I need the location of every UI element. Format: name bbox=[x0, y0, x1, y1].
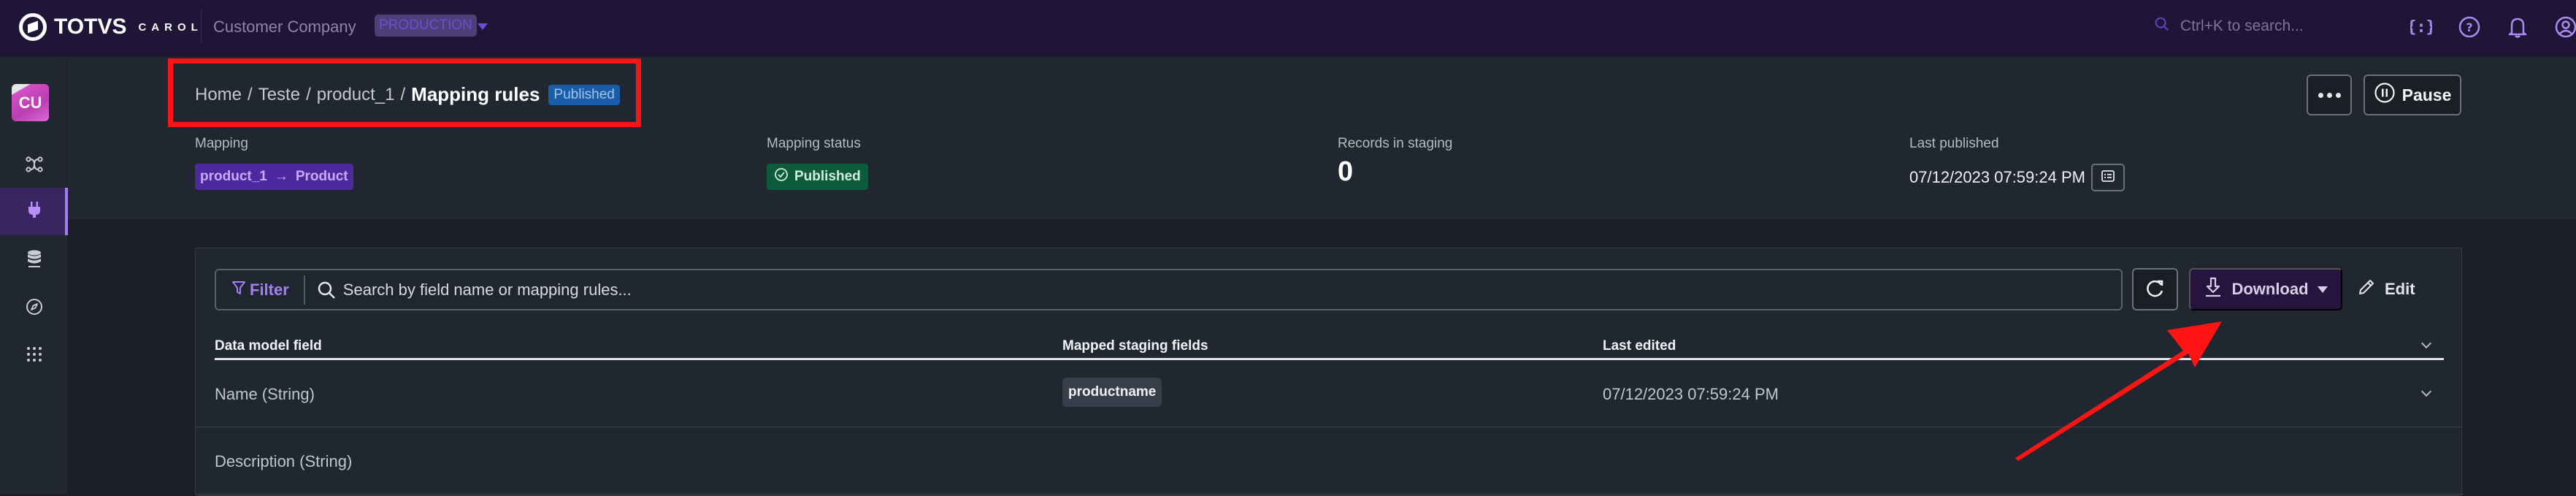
edit-button[interactable]: Edit bbox=[2357, 268, 2415, 310]
last-published-label: Last published bbox=[1909, 136, 1999, 151]
records-value: 0 bbox=[1338, 156, 1354, 187]
sidebar: CU bbox=[0, 56, 68, 494]
pause-icon bbox=[2374, 82, 2396, 108]
filter-label: Filter bbox=[250, 280, 289, 299]
company-name[interactable]: Customer Company bbox=[213, 18, 356, 37]
plug-icon bbox=[27, 201, 42, 222]
calendar-list-icon bbox=[2101, 168, 2115, 187]
table-row[interactable]: Description (String) bbox=[196, 427, 2463, 495]
refresh-icon bbox=[2145, 278, 2166, 301]
json-braces-icon[interactable]: {:} bbox=[2410, 15, 2433, 39]
download-icon bbox=[2204, 276, 2223, 302]
edit-label: Edit bbox=[2385, 280, 2415, 298]
staging-field-chip: productname bbox=[1062, 378, 1162, 407]
mapping-target: Product bbox=[295, 169, 348, 184]
divider bbox=[201, 10, 202, 42]
annotation-highlight-box bbox=[168, 58, 641, 127]
mapping-rules-table: Data model field Mapped staging fields L… bbox=[196, 332, 2463, 495]
grid-icon bbox=[26, 346, 42, 366]
column-header-field[interactable]: Data model field bbox=[215, 338, 322, 354]
mapping-status-chip: Published bbox=[767, 164, 868, 190]
refresh-button[interactable] bbox=[2132, 268, 2178, 310]
compass-icon bbox=[26, 298, 43, 319]
search-icon bbox=[2154, 16, 2170, 36]
table-header: Data model field Mapped staging fields L… bbox=[215, 332, 2444, 360]
top-icons: {:} ? bbox=[2410, 15, 2576, 39]
column-header-staging[interactable]: Mapped staging fields bbox=[1062, 338, 1208, 354]
column-header-last-edited[interactable]: Last edited bbox=[1603, 338, 1676, 354]
brand-name: TOTVS bbox=[54, 15, 127, 39]
chevron-down-icon[interactable] bbox=[2420, 386, 2432, 397]
sidebar-item-pipelines[interactable] bbox=[0, 142, 68, 190]
dot-icon bbox=[2335, 92, 2341, 98]
bell-icon[interactable] bbox=[2506, 15, 2529, 39]
cell-last-edited: 07/12/2023 07:59:24 PM bbox=[1603, 385, 1779, 403]
totvs-logo-icon bbox=[19, 13, 47, 41]
pipeline-icon bbox=[25, 156, 43, 176]
search-bar: Filter bbox=[215, 269, 2123, 310]
global-search[interactable]: Ctrl+K to search... bbox=[2154, 16, 2304, 36]
mapping-source: product_1 bbox=[200, 169, 267, 184]
table-row[interactable]: Name (String) productname 07/12/2023 07:… bbox=[196, 360, 2463, 427]
more-actions-button[interactable] bbox=[2307, 75, 2352, 115]
mapping-status-meta: Mapping status Published bbox=[767, 136, 868, 190]
filter-icon bbox=[232, 281, 245, 299]
last-published-meta: Last published 07/12/2023 07:59:24 PM bbox=[1909, 136, 2125, 191]
user-icon[interactable] bbox=[2554, 15, 2576, 39]
organization-avatar[interactable]: CU bbox=[12, 84, 49, 121]
records-label: Records in staging bbox=[1338, 136, 1453, 151]
help-icon[interactable]: ? bbox=[2458, 15, 2481, 39]
search-input[interactable] bbox=[342, 280, 1950, 299]
global-search-placeholder: Ctrl+K to search... bbox=[2180, 17, 2304, 34]
arrow-right-icon: → bbox=[274, 169, 288, 184]
svg-text:?: ? bbox=[2466, 20, 2472, 34]
check-circle-icon bbox=[774, 167, 789, 186]
sidebar-item-connectors[interactable] bbox=[0, 188, 68, 235]
sidebar-item-explore[interactable] bbox=[0, 285, 68, 332]
last-published-value: 07/12/2023 07:59:24 PM bbox=[1909, 168, 2085, 186]
cell-field: Name (String) bbox=[215, 385, 315, 403]
records-meta: Records in staging 0 bbox=[1338, 136, 1452, 188]
history-button[interactable] bbox=[2090, 164, 2125, 191]
dot-icon bbox=[2318, 92, 2323, 98]
environment-caret-icon[interactable] bbox=[478, 23, 488, 30]
mapping-status-value: Published bbox=[794, 169, 861, 184]
search-icon bbox=[317, 281, 336, 299]
pause-button[interactable]: Pause bbox=[2364, 75, 2461, 115]
caret-down-icon bbox=[2317, 286, 2328, 293]
sidebar-item-apps[interactable] bbox=[0, 332, 68, 380]
download-label: Download bbox=[2231, 280, 2309, 298]
pencil-icon bbox=[2357, 278, 2376, 301]
mapping-chip[interactable]: product_1 → Product bbox=[195, 164, 353, 190]
environment-badge[interactable]: PRODUCTION bbox=[375, 15, 477, 37]
dot-icon bbox=[2326, 92, 2332, 98]
mapping-rules-card: Filter Download Edit Data model field Ma… bbox=[195, 248, 2463, 496]
cell-field: Description (String) bbox=[215, 452, 353, 470]
brand-product: CAROL bbox=[138, 20, 203, 34]
filter-button[interactable]: Filter bbox=[216, 275, 305, 305]
mapping-status-label: Mapping status bbox=[767, 136, 861, 151]
mapping-label: Mapping bbox=[195, 136, 248, 151]
top-bar: TOTVS CAROL Customer Company PRODUCTION … bbox=[0, 0, 2576, 56]
pause-label: Pause bbox=[2401, 85, 2452, 104]
mapping-meta: Mapping product_1 → Product bbox=[195, 136, 353, 190]
database-icon bbox=[26, 250, 42, 272]
sidebar-item-data-storage[interactable] bbox=[0, 237, 68, 285]
svg-text:{:}: {:} bbox=[2410, 18, 2432, 37]
download-button[interactable]: Download bbox=[2189, 268, 2342, 310]
brand-logo[interactable]: TOTVS CAROL bbox=[19, 13, 203, 41]
expand-all-chevron-icon[interactable] bbox=[2420, 337, 2432, 349]
